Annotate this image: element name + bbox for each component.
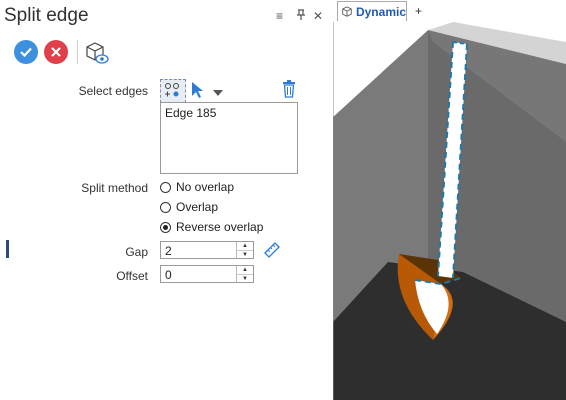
3d-model-view[interactable] <box>333 22 566 400</box>
radio-no-overlap[interactable]: No overlap <box>160 180 234 194</box>
decrement-icon[interactable]: ▼ <box>237 275 253 283</box>
radio-label: Overlap <box>176 200 219 214</box>
radio-icon[interactable] <box>160 201 171 213</box>
focus-marker <box>6 240 9 258</box>
gap-spinbox[interactable]: 2 ▲ ▼ <box>160 241 254 259</box>
ruler-icon[interactable] <box>263 241 281 262</box>
radio-icon[interactable] <box>160 221 171 233</box>
ok-button[interactable] <box>14 40 38 64</box>
dropdown-arrow-icon[interactable] <box>212 86 224 100</box>
viewport[interactable]: Dynamic + <box>333 0 566 400</box>
selection-filter-icon[interactable] <box>160 79 186 103</box>
gap-value[interactable]: 2 <box>165 244 172 258</box>
offset-label: Offset <box>116 269 148 283</box>
cancel-button[interactable] <box>44 40 68 64</box>
tab-label: Dynamic <box>355 4 406 19</box>
cube-icon <box>342 5 352 17</box>
pin-icon[interactable] <box>296 9 306 24</box>
list-item[interactable]: Edge 185 <box>165 106 216 120</box>
increment-icon[interactable]: ▲ <box>237 242 253 251</box>
increment-icon[interactable]: ▲ <box>237 266 253 275</box>
panel-title: Split edge <box>4 5 89 26</box>
radio-overlap[interactable]: Overlap <box>160 200 218 214</box>
add-tab-button[interactable]: + <box>415 4 422 18</box>
checkmark-icon <box>20 47 32 58</box>
view-cube-icon[interactable] <box>84 40 110 69</box>
cursor-arrow-icon[interactable] <box>190 81 204 102</box>
tab-dynamic[interactable]: Dynamic <box>337 1 407 21</box>
radio-icon[interactable] <box>160 181 171 193</box>
radio-label: No overlap <box>176 180 235 194</box>
gap-label: Gap <box>125 245 148 259</box>
close-icon[interactable]: ✕ <box>313 9 323 23</box>
offset-value[interactable]: 0 <box>165 268 172 282</box>
x-icon <box>51 47 61 57</box>
radio-reverse-overlap[interactable]: Reverse overlap <box>160 220 263 234</box>
select-edges-label: Select edges <box>78 84 148 98</box>
toolbar-separator <box>77 40 78 64</box>
viewport-tabbar: Dynamic + <box>333 0 566 23</box>
selected-edges-list[interactable]: Edge 185 <box>160 102 298 174</box>
split-edge-panel: Split edge ≡ ✕ Select edges Edge 185 Spl… <box>0 0 330 400</box>
offset-spinbox[interactable]: 0 ▲ ▼ <box>160 265 254 283</box>
decrement-icon[interactable]: ▼ <box>237 251 253 259</box>
radio-label: Reverse overlap <box>176 220 264 234</box>
trash-icon[interactable] <box>282 80 296 101</box>
menu-icon[interactable]: ≡ <box>276 9 283 23</box>
split-method-label: Split method <box>81 181 148 195</box>
